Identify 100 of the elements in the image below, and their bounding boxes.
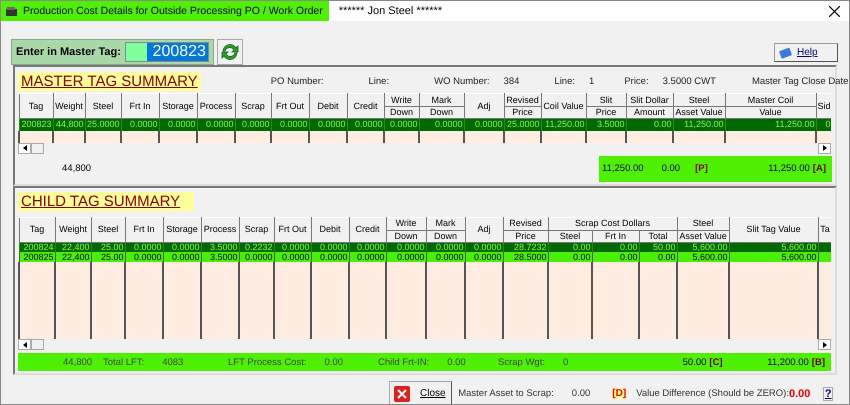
column-header: Debit	[309, 94, 347, 118]
column-header: Steel	[85, 94, 121, 118]
table-cell: 200824	[19, 242, 55, 252]
scroll-left-icon[interactable]	[18, 142, 31, 154]
table-cell: 11,250.00	[541, 118, 586, 130]
close-button[interactable]: Close	[389, 381, 452, 404]
total-weight: 44,800	[62, 163, 92, 174]
column-header: Amount	[626, 106, 673, 118]
scroll-right-icon[interactable]	[818, 339, 831, 350]
total-value: 0.00	[324, 356, 343, 368]
column-header: Steel	[677, 217, 730, 230]
column-header: Frt In	[125, 217, 163, 242]
total-value: 44,800	[63, 356, 92, 368]
user-name: ****** Jon Steel ******	[338, 5, 444, 17]
table-cell: 200825	[19, 252, 55, 262]
info-value: 3.5000 CWT	[662, 76, 716, 86]
table-cell: 0.00	[626, 118, 673, 130]
total-value: 11,250.00	[602, 163, 644, 174]
column-header: Process	[201, 217, 239, 242]
refresh-icon	[218, 41, 241, 63]
table-cell: 0.0000	[419, 118, 464, 130]
info-label: Line:	[368, 76, 390, 86]
difference-label: Value Difference (Should be ZERO):	[636, 388, 789, 399]
column-header: Revised	[503, 217, 548, 230]
table-cell: 11,250.00	[725, 118, 816, 130]
column-header: Price	[503, 230, 548, 242]
help-button[interactable]: ?	[823, 386, 833, 400]
total-value: 4083	[162, 356, 184, 368]
column-header: Scrap	[239, 217, 274, 242]
table-cell: 0.0000	[239, 252, 274, 262]
column-header: Write	[384, 94, 419, 106]
app-icon	[5, 6, 18, 16]
total-mark: [B]	[812, 356, 825, 368]
column-header: Frt In	[592, 230, 639, 242]
scroll-right-icon[interactable]	[818, 142, 831, 154]
total-value: 50.00	[682, 356, 706, 368]
table-cell: 11,250.00	[673, 118, 725, 130]
column-header: Sid	[816, 94, 831, 118]
table-cell: 25.00	[91, 252, 125, 262]
column-header: Mark	[426, 217, 465, 230]
column-header: Adj	[464, 94, 504, 118]
info-label: Price:	[624, 76, 649, 86]
column-header: Slit Dollar	[626, 94, 673, 106]
column-header: Slit Tag Value	[729, 217, 818, 242]
column-header: Process	[197, 94, 235, 118]
column-header: Asset Value	[673, 106, 725, 118]
refresh-button[interactable]	[216, 39, 243, 65]
info-value: 384	[504, 76, 520, 86]
column-header: Master Coil	[725, 94, 816, 106]
table-cell: 0.0000	[125, 252, 163, 262]
table-cell: 3.5000	[201, 252, 239, 262]
table-cell: 0.00	[639, 252, 678, 262]
column-header: Asset Value	[677, 230, 730, 242]
column-header: Scrap	[235, 94, 271, 118]
column-header: Adj	[465, 217, 503, 242]
total-mark: [P]	[695, 163, 708, 174]
asset-mark: [D]	[612, 388, 626, 399]
total-mark: [C]	[709, 356, 723, 368]
total-value: 11,200.00	[767, 356, 809, 368]
table-cell: 0.0000	[274, 252, 311, 262]
master-tag-field[interactable]: 200823	[124, 42, 209, 62]
difference-value: 0.00	[788, 388, 810, 400]
scroll-left-icon[interactable]	[18, 339, 31, 350]
table-cell: 0.0000	[465, 252, 503, 262]
total-value: 0.00	[662, 163, 680, 174]
table-cell: 0.0000	[349, 252, 386, 262]
column-header: Debit	[311, 217, 349, 242]
column-header: Revised	[504, 94, 541, 106]
column-header: Slit	[586, 94, 626, 106]
section-heading: CHILD TAG SUMMARY	[18, 192, 194, 211]
info-label: Master Tag Close Date:	[752, 76, 849, 86]
column-header: Credit	[347, 94, 384, 118]
column-header: Frt Out	[271, 94, 309, 118]
column-header: Tag	[19, 217, 55, 242]
total-label: Total LFT:	[103, 356, 144, 368]
column-header: Ta	[818, 217, 831, 242]
asset-value: 0.00	[572, 388, 590, 399]
column-header: Storage	[163, 217, 201, 242]
asset-label: Master Asset to Scrap:	[458, 388, 554, 399]
table-cell: 0.0000	[426, 252, 465, 262]
total-value: 11,250.00	[768, 163, 810, 174]
total-label: LFT Process Cost:	[228, 356, 306, 368]
info-label: WO Number:	[434, 76, 490, 86]
total-label: Scrap Wgt:	[498, 356, 545, 368]
column-header: Steel	[673, 94, 725, 106]
total-value: 0.00	[447, 356, 466, 368]
table-cell: 5,600.00	[729, 252, 818, 262]
column-header: Frt In	[121, 94, 159, 118]
column-header: Steel	[91, 217, 125, 242]
column-header: Tag	[19, 94, 53, 118]
info-label: PO Number:	[270, 76, 324, 86]
table-cell: 0.00	[548, 252, 592, 262]
window-title: Production Cost Details for Outside Processing PO / Work Order	[23, 5, 323, 17]
column-group-header: Scrap Cost Dollars	[548, 217, 678, 230]
table-cell: 5,600.00	[677, 252, 730, 262]
table-cell: 0.00	[592, 252, 639, 262]
table-row[interactable]: 200823 44,800 25.0000 0.0000 0.0000 0.0000 0.0000 0.0000 0.0000 0.0000 0.0000 0.0000 0.0000 25.0000 11,250.00 3.5000 0.00 11,250.00 11,250.00 0	[19, 118, 831, 130]
help-button[interactable]: Help	[774, 43, 838, 62]
column-header: Weight	[53, 94, 85, 118]
table-cell: 0.0000	[311, 252, 349, 262]
